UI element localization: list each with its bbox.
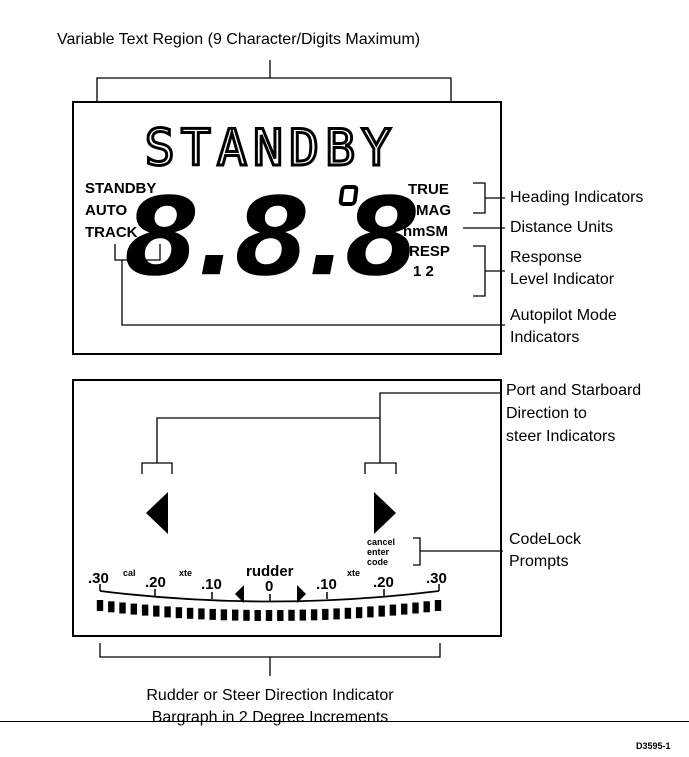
stbd-steer-arrow [374, 492, 396, 534]
direction-leader [379, 392, 500, 418]
rudder-bracket [99, 643, 441, 676]
bargraph-segment [355, 607, 363, 619]
bargraph-segment [198, 608, 205, 620]
bargraph-segment [175, 607, 183, 619]
leader-lines [96, 60, 505, 676]
bargraph-segment [288, 609, 295, 621]
bargraph-segment [153, 605, 160, 617]
codelock-bracket [413, 537, 503, 566]
bargraph-segment [322, 608, 329, 620]
bargraph-segment [96, 600, 104, 611]
heading-bracket [473, 182, 505, 214]
bargraph-segment [265, 610, 273, 621]
bargraph-segment [423, 601, 430, 613]
port-steer-arrow [146, 492, 168, 534]
bargraph-segment [130, 603, 137, 615]
response-bracket [473, 245, 505, 297]
bargraph-segment [333, 608, 340, 620]
bargraph-segment [344, 607, 352, 619]
bargraph-segment [108, 601, 115, 613]
bargraph-segment [378, 605, 385, 617]
bargraph-segment [277, 610, 284, 621]
port-arrow-bracket [141, 417, 380, 474]
bargraph-segment [232, 609, 239, 621]
bargraph-segment [243, 609, 250, 621]
rudder-bargraph [96, 600, 442, 621]
variable-text-bracket [96, 60, 452, 101]
bargraph-segment [401, 603, 408, 615]
bargraph-segment [367, 606, 374, 618]
bargraph-segment [209, 608, 216, 620]
bargraph-segment [412, 602, 419, 614]
bargraph-segment [186, 607, 194, 619]
bargraph-segment [220, 609, 228, 621]
bargraph-segment [299, 609, 306, 621]
bargraph-segment [164, 606, 171, 618]
bargraph-segment [141, 604, 149, 616]
autopilot-bracket [114, 244, 505, 326]
bargraph-segment [434, 600, 442, 611]
stbd-arrow-bracket [364, 418, 397, 474]
bargraph-segment [389, 604, 397, 616]
bargraph-segment [310, 609, 318, 621]
bargraph-segment [254, 610, 261, 621]
bargraph-segment [119, 602, 126, 614]
